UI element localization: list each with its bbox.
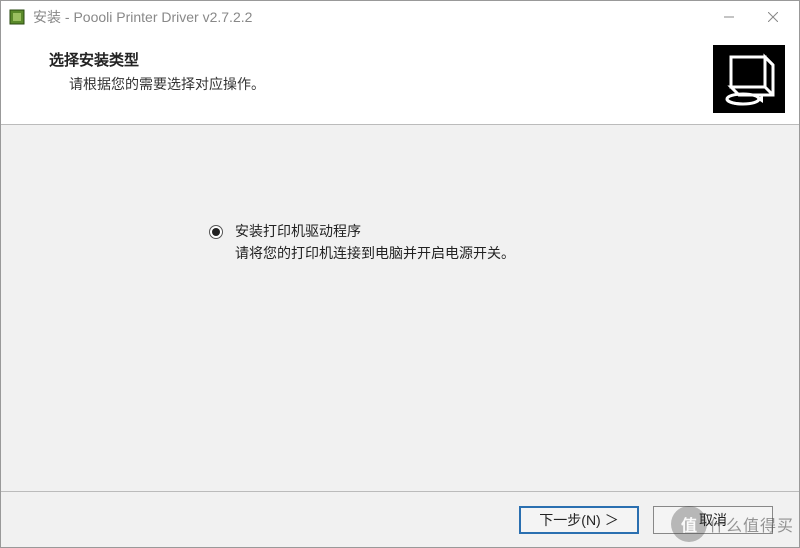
window-title: 安装 - Poooli Printer Driver v2.7.2.2 xyxy=(33,7,707,27)
titlebar: 安装 - Poooli Printer Driver v2.7.2.2 xyxy=(1,1,799,33)
page-subheading: 请根据您的需要选择对应操作。 xyxy=(69,74,799,94)
installer-window: 安装 - Poooli Printer Driver v2.7.2.2 选择安装… xyxy=(0,0,800,548)
page-heading: 选择安装类型 xyxy=(49,49,799,70)
minimize-button[interactable] xyxy=(707,3,751,31)
cancel-button[interactable]: 取消 xyxy=(653,506,773,534)
app-icon xyxy=(9,9,25,25)
window-controls xyxy=(707,3,795,31)
cancel-button-label: 取消 xyxy=(699,510,727,530)
installer-logo-icon xyxy=(713,45,785,113)
install-option-text: 安装打印机驱动程序 请将您的打印机连接到电脑并开启电源开关。 xyxy=(235,221,515,263)
content-area: 安装打印机驱动程序 请将您的打印机连接到电脑并开启电源开关。 xyxy=(1,125,799,491)
install-radio[interactable] xyxy=(209,225,223,239)
next-button-label: 下一步(N) xyxy=(539,510,600,530)
install-option-title: 安装打印机驱动程序 xyxy=(235,221,515,241)
header-panel: 选择安装类型 请根据您的需要选择对应操作。 xyxy=(1,33,799,125)
install-option-description: 请将您的打印机连接到电脑并开启电源开关。 xyxy=(235,243,515,263)
close-button[interactable] xyxy=(751,3,795,31)
chevron-right-icon: ＞ xyxy=(605,510,619,530)
footer: 下一步(N) ＞ 取消 xyxy=(1,491,799,547)
next-button[interactable]: 下一步(N) ＞ xyxy=(519,506,639,534)
install-option[interactable]: 安装打印机驱动程序 请将您的打印机连接到电脑并开启电源开关。 xyxy=(209,221,515,263)
